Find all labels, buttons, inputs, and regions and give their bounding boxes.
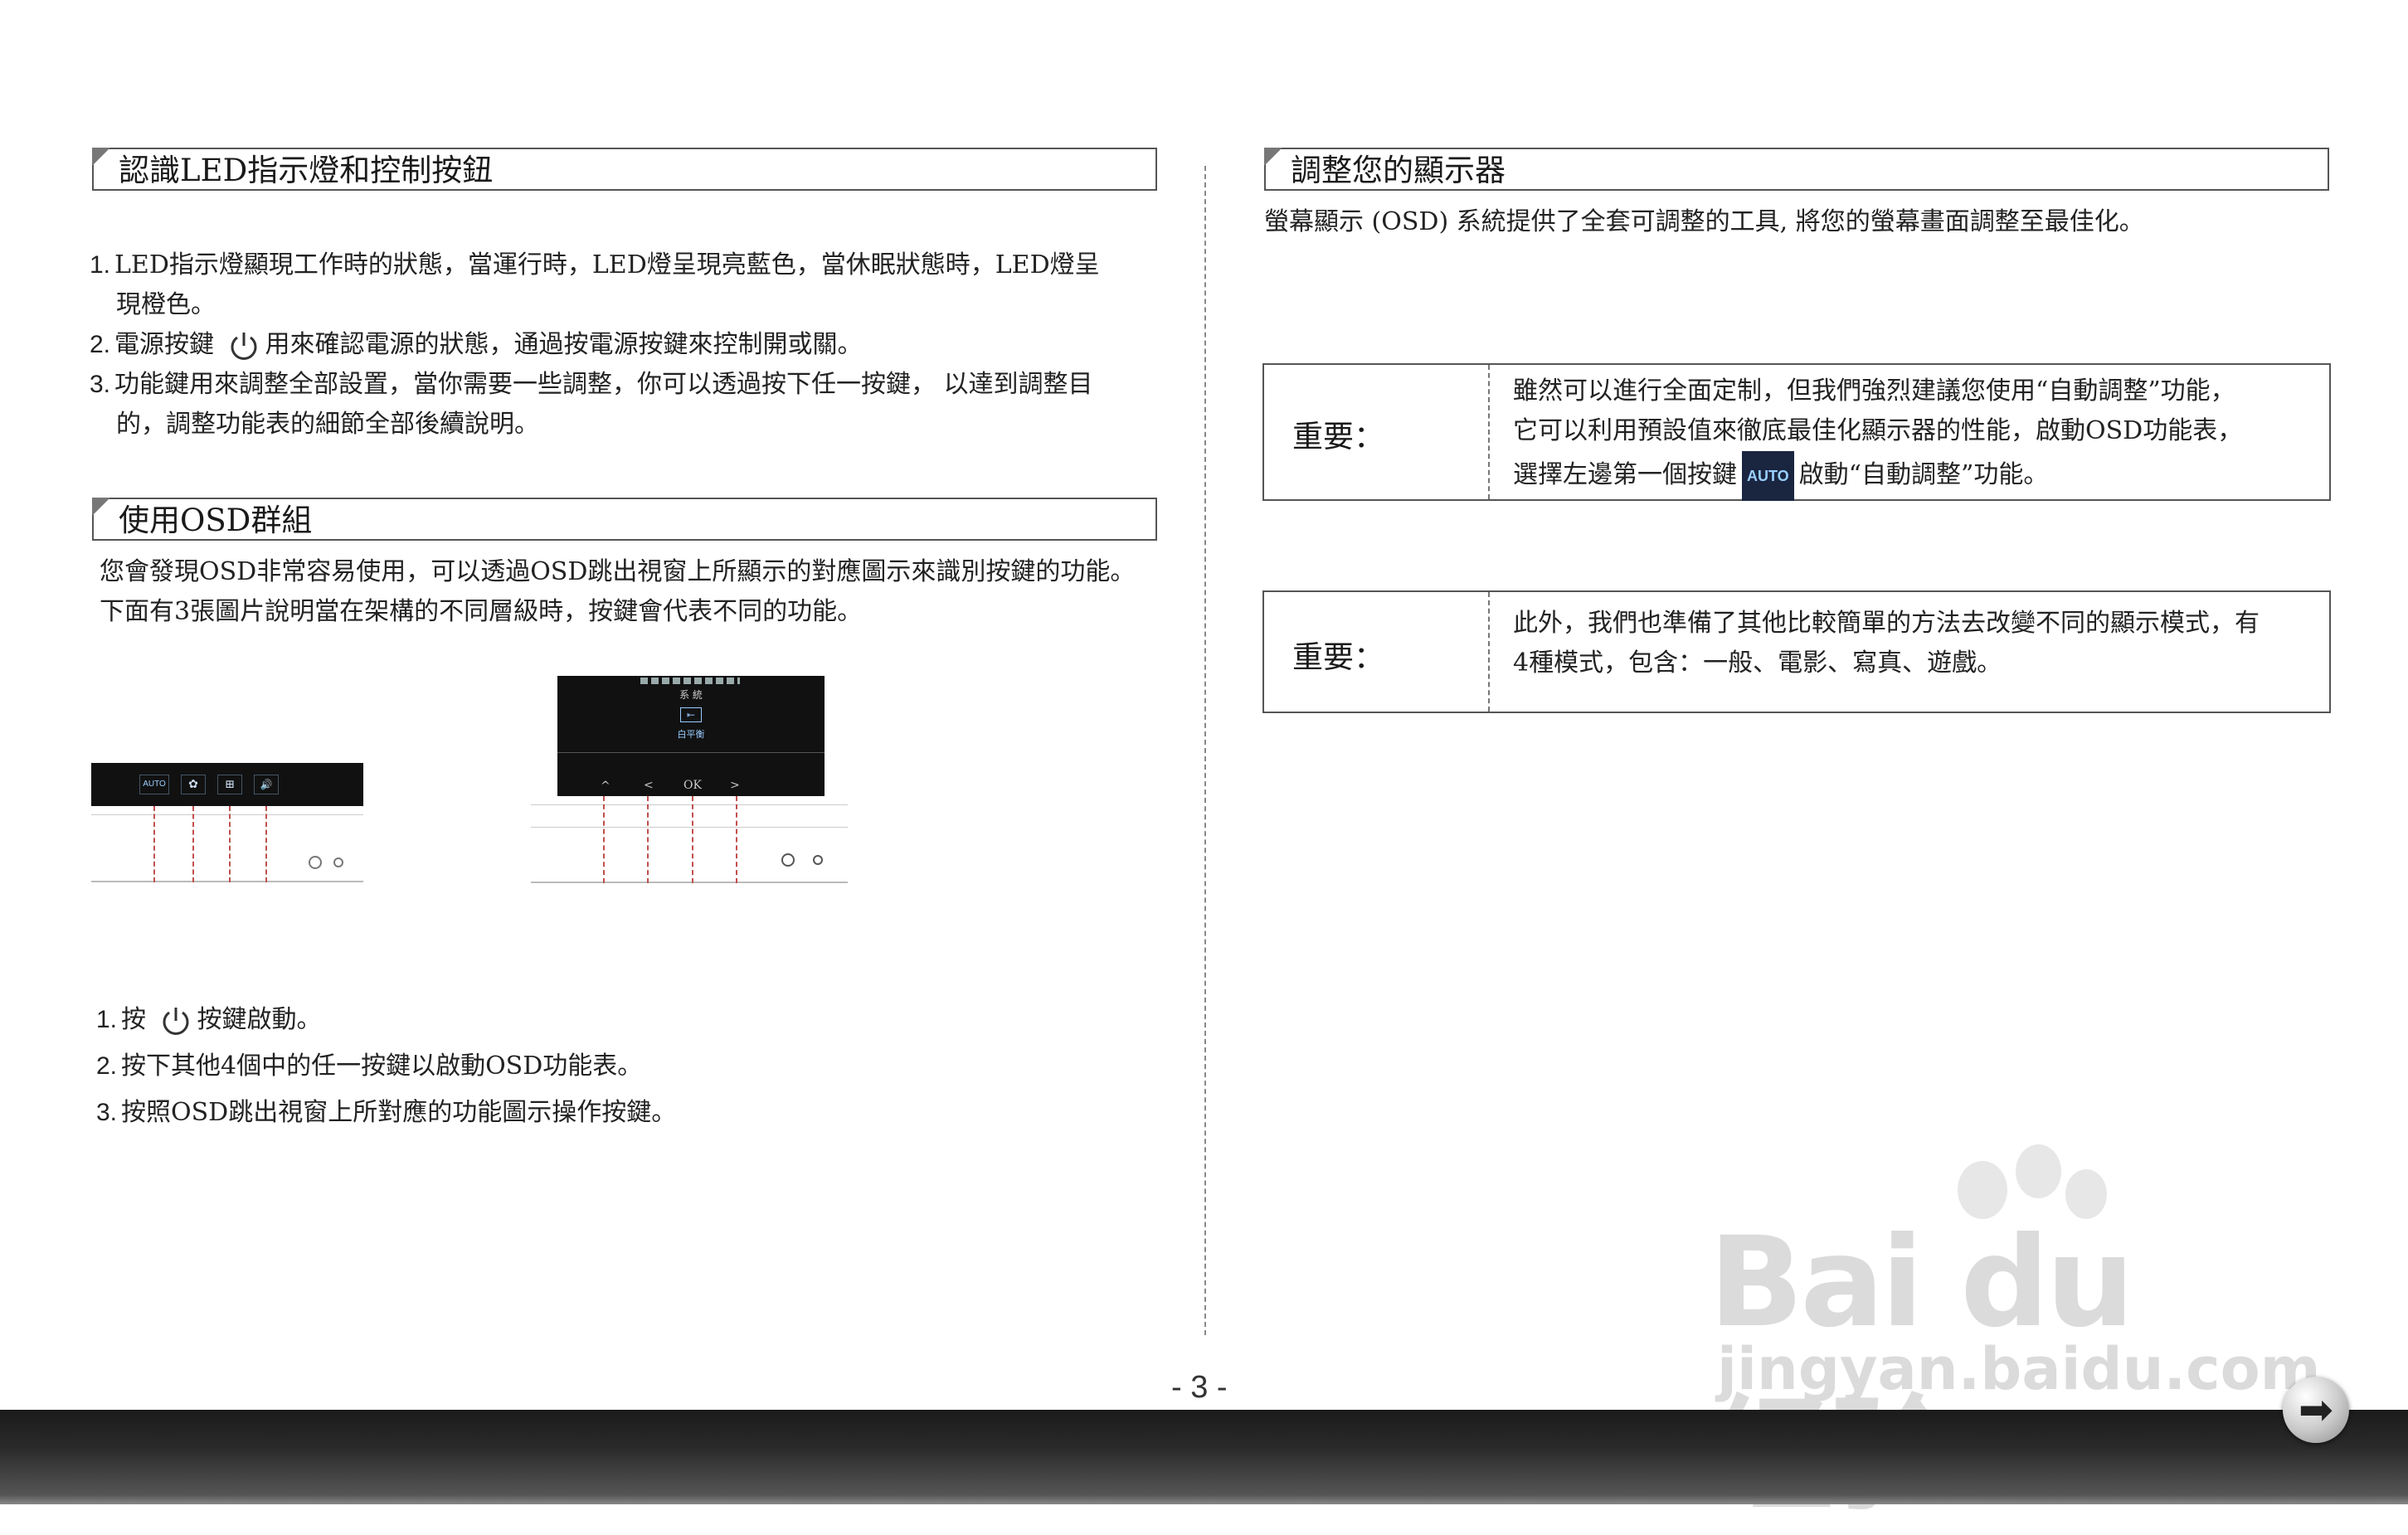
list-item-continuation: 的，調整功能表的細節全部後續說明。: [116, 410, 539, 439]
section-heading-led: 認識LED指示燈和控制按鈕: [92, 148, 1157, 191]
section-heading-adjust: 調整您的顯示器: [1264, 148, 2329, 191]
osd-intro: 螢幕顯示 (OSD) 系統提供了全套可調整的工具, 將您的螢幕畫面調整至最佳化。: [1264, 207, 2144, 236]
watermark-url: jingyan.baidu.com: [1717, 1335, 2321, 1403]
osd-menu-separator: [557, 752, 825, 753]
monitor-bezel-bottom: [91, 881, 363, 882]
power-button-icon: [781, 853, 795, 867]
footer-bar: [0, 1410, 2408, 1504]
power-icon: [231, 333, 256, 360]
list-item: 3. 功能鍵用來調整全部設置，當你需要一些調整，你可以透過按下任一按鍵， 以達到調…: [90, 370, 1093, 399]
power-button-icon: [309, 856, 322, 869]
auto-key-icon: AUTO: [139, 775, 169, 794]
heading-corner-mark: [1264, 148, 1282, 166]
section-title: 使用OSD群組: [119, 503, 313, 538]
monitor-bezel-bottom: [531, 882, 848, 883]
up-key-icon: ^: [601, 780, 611, 793]
list-item: 2. 按下其他4個中的任一按鍵以啟動OSD功能表。: [96, 1052, 643, 1081]
ok-key-icon: OK: [683, 779, 702, 792]
important-text: 雖然可以進行全面定制，但我們強烈建議您使用“自動調整”功能， 它可以利用預設值來…: [1513, 372, 2313, 501]
mode-key-icon: ✿: [181, 775, 206, 794]
key-callout-line: [603, 796, 605, 883]
note-divider: [1488, 365, 1490, 499]
note-divider: [1488, 592, 1490, 712]
section-title: 認識LED指示燈和控制按鈕: [119, 153, 494, 188]
important-note-modes: 重要： 此外，我們也準備了其他比較簡單的方法去改變不同的顯示模式，有 4種模式，…: [1262, 590, 2331, 713]
led-indicator-icon: [813, 855, 823, 865]
osd-description: 您會發現OSD非常容易使用，可以透過OSD跳出視窗上所顯示的對應圖示來識別按鍵的…: [100, 552, 1170, 632]
menu-key-icon: ⊞: [217, 775, 242, 794]
osd-menu-window: 系 統 ⇤ 白平衡 ^ < OK >: [557, 676, 825, 796]
monitor-bezel-line: [91, 814, 363, 815]
paw-print-icon: [2016, 1144, 2061, 1198]
paragraph-line: 您會發現OSD非常容易使用，可以透過OSD跳出視窗上所顯示的對應圖示來識別按鍵的…: [100, 557, 1136, 586]
auto-key-icon: AUTO: [1742, 451, 1794, 501]
list-item: 1. 按 按鍵啟動。: [96, 997, 1092, 1043]
paragraph-line: 下面有3張圖片說明當在架構的不同層級時，按鍵會代表不同的功能。: [100, 597, 863, 626]
monitor-bezel-line: [531, 804, 848, 805]
osd-menu-title: 系 統: [679, 689, 703, 701]
power-icon: [163, 1008, 188, 1035]
arrow-right-icon: ➡: [2299, 1386, 2333, 1434]
important-label: 重要：: [1292, 639, 1384, 675]
osd-hotkey-bar: AUTO ✿ ⊞ 🔊: [91, 763, 363, 806]
figure-osd-hotkeys: AUTO ✿ ⊞ 🔊: [91, 763, 365, 887]
osd-menu-tab-bar: [640, 678, 740, 684]
important-text: 此外，我們也準備了其他比較簡單的方法去改變不同的顯示模式，有 4種模式，包含：一…: [1513, 609, 2260, 678]
section-title: 調整您的顯示器: [1291, 153, 1506, 188]
left-key-icon: <: [644, 779, 654, 792]
volume-key-icon: 🔊: [254, 775, 279, 794]
column-divider: [1204, 166, 1206, 1335]
osd-menu-item: 白平衡: [677, 729, 705, 740]
important-label: 重要：: [1292, 419, 1384, 454]
white-balance-icon: ⇤: [680, 707, 702, 722]
key-callout-line: [647, 796, 649, 883]
baidu-watermark: Bai du 经验 jingyan.baidu.com: [1709, 1144, 2321, 1528]
key-callout-line: [736, 796, 737, 883]
important-note-auto-adjust: 重要： 雖然可以進行全面定制，但我們強烈建議您使用“自動調整”功能， 它可以利用…: [1262, 363, 2331, 501]
right-key-icon: >: [730, 779, 740, 792]
figure-osd-menu: 系 統 ⇤ 白平衡 ^ < OK >: [531, 676, 854, 891]
heading-corner-mark: [92, 148, 110, 166]
list-item: 3. 按照OSD跳出視窗上所對應的功能圖示操作按鍵。: [96, 1098, 677, 1127]
heading-corner-mark: [92, 498, 110, 516]
key-callout-line: [153, 806, 155, 882]
led-description-list: 1. LED指示燈顯現工作時的狀態，當運行時，LED燈呈現亮藍色，當休眠狀態時，L…: [90, 245, 1168, 444]
key-callout-line: [265, 806, 267, 882]
list-item: 2. 電源按鍵 用來確認電源的狀態，通過按電源按鍵來控制開或關。: [90, 325, 1168, 365]
key-callout-line: [192, 806, 194, 882]
list-item-continuation: 現橙色。: [116, 290, 216, 319]
page-number: - 3 -: [1171, 1370, 1228, 1405]
section-heading-osd: 使用OSD群組: [92, 498, 1157, 541]
osd-steps-list: 1. 按 按鍵啟動。 2. 按下其他4個中的任一按鍵以啟動OSD功能表。 3. 按照O…: [96, 997, 1092, 1136]
key-callout-line: [692, 796, 693, 883]
monitor-bezel-line: [531, 827, 848, 828]
next-page-button[interactable]: ➡: [2283, 1377, 2349, 1443]
list-item: 1. LED指示燈顯現工作時的狀態，當運行時，LED燈呈現亮藍色，當休眠狀態時，L…: [90, 250, 1100, 279]
key-callout-line: [229, 806, 231, 882]
led-indicator-icon: [333, 857, 343, 867]
